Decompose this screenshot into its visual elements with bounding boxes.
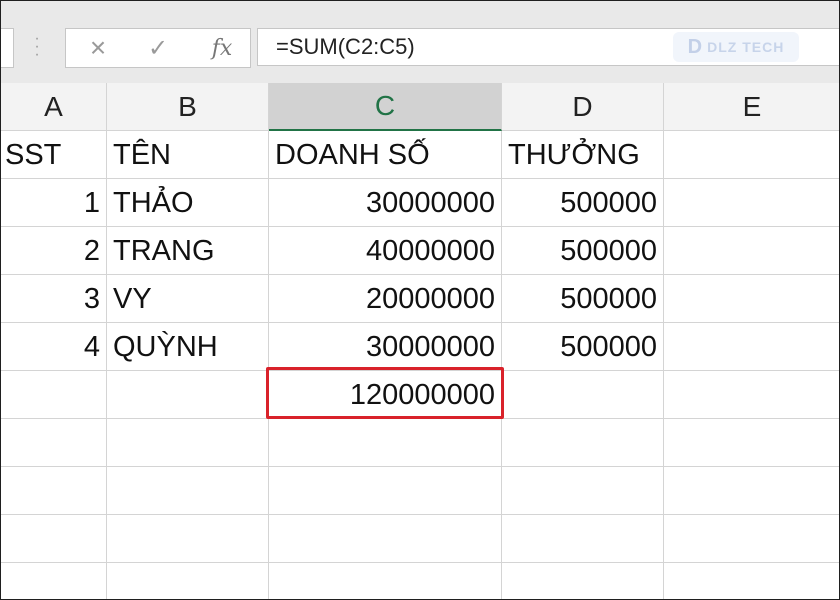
cell-b4[interactable]: VY — [107, 275, 269, 323]
enter-icon[interactable]: ✓ — [138, 33, 178, 63]
cell-c5[interactable]: 30000000 — [269, 323, 502, 371]
cell-b5[interactable]: QUỲNH — [107, 323, 269, 371]
cell-c2[interactable]: 30000000 — [269, 179, 502, 227]
column-header-b[interactable]: B — [107, 83, 269, 131]
column-header-a[interactable]: A — [1, 83, 107, 131]
watermark-logo: D DLZ TECH — [673, 32, 799, 62]
cell-e5[interactable] — [664, 323, 839, 371]
cell-c3[interactable]: 40000000 — [269, 227, 502, 275]
column-header-d[interactable]: D — [502, 83, 664, 131]
cell-d8[interactable] — [502, 467, 664, 515]
cell-b8[interactable] — [107, 467, 269, 515]
cell-a8[interactable] — [1, 467, 107, 515]
drag-handle-icon[interactable]: · · · — [34, 31, 40, 63]
cell-d1[interactable]: THƯỞNG — [502, 131, 664, 179]
cell-a7[interactable] — [1, 419, 107, 467]
cell-c4[interactable]: 20000000 — [269, 275, 502, 323]
cell-c9[interactable] — [269, 515, 502, 563]
cell-c7[interactable] — [269, 419, 502, 467]
cancel-icon[interactable]: × — [78, 32, 118, 63]
cell-a6[interactable] — [1, 371, 107, 419]
cell-c1[interactable]: DOANH SỐ — [269, 131, 502, 179]
cell-b7[interactable] — [107, 419, 269, 467]
spreadsheet-window: · · · × ✓ fx =SUM(C2:C5) D DLZ TECH A B C D… — [0, 0, 840, 600]
sum-highlight-box — [266, 367, 504, 419]
cell-e2[interactable] — [664, 179, 839, 227]
cell-d7[interactable] — [502, 419, 664, 467]
column-header-e[interactable]: E — [664, 83, 839, 131]
cell-b6[interactable] — [107, 371, 269, 419]
name-box[interactable] — [1, 28, 14, 68]
cell-e3[interactable] — [664, 227, 839, 275]
cell-d9[interactable] — [502, 515, 664, 563]
cell-a5[interactable]: 4 — [1, 323, 107, 371]
cell-e7[interactable] — [664, 419, 839, 467]
cell-d2[interactable]: 500000 — [502, 179, 664, 227]
column-header-c[interactable]: C — [269, 83, 502, 131]
insert-function-icon[interactable]: fx — [202, 33, 242, 63]
cell-d3[interactable]: 500000 — [502, 227, 664, 275]
cell-e6[interactable] — [664, 371, 839, 419]
cell-b1[interactable]: TÊN — [107, 131, 269, 179]
cell-c10[interactable] — [269, 563, 502, 599]
cell-a9[interactable] — [1, 515, 107, 563]
cell-e8[interactable] — [664, 467, 839, 515]
formula-buttons: × ✓ fx — [65, 28, 251, 68]
cell-b9[interactable] — [107, 515, 269, 563]
cell-e1[interactable] — [664, 131, 839, 179]
cell-d5[interactable]: 500000 — [502, 323, 664, 371]
sheet-grid: A B C D E SST TÊN DOANH SỐ THƯỞNG 1 THẢO… — [1, 83, 839, 599]
cell-d4[interactable]: 500000 — [502, 275, 664, 323]
cell-a10[interactable] — [1, 563, 107, 599]
cell-a2[interactable]: 1 — [1, 179, 107, 227]
cell-e10[interactable] — [664, 563, 839, 599]
cell-d6[interactable] — [502, 371, 664, 419]
cell-b2[interactable]: THẢO — [107, 179, 269, 227]
cell-d10[interactable] — [502, 563, 664, 599]
cell-e9[interactable] — [664, 515, 839, 563]
cell-a4[interactable]: 3 — [1, 275, 107, 323]
formula-bar: · · · × ✓ fx =SUM(C2:C5) D DLZ TECH — [1, 1, 839, 83]
cell-b10[interactable] — [107, 563, 269, 599]
cell-a3[interactable]: 2 — [1, 227, 107, 275]
cell-b3[interactable]: TRANG — [107, 227, 269, 275]
cell-e4[interactable] — [664, 275, 839, 323]
cell-c8[interactable] — [269, 467, 502, 515]
cell-a1[interactable]: SST — [1, 131, 107, 179]
logo-text: DLZ TECH — [707, 39, 785, 55]
